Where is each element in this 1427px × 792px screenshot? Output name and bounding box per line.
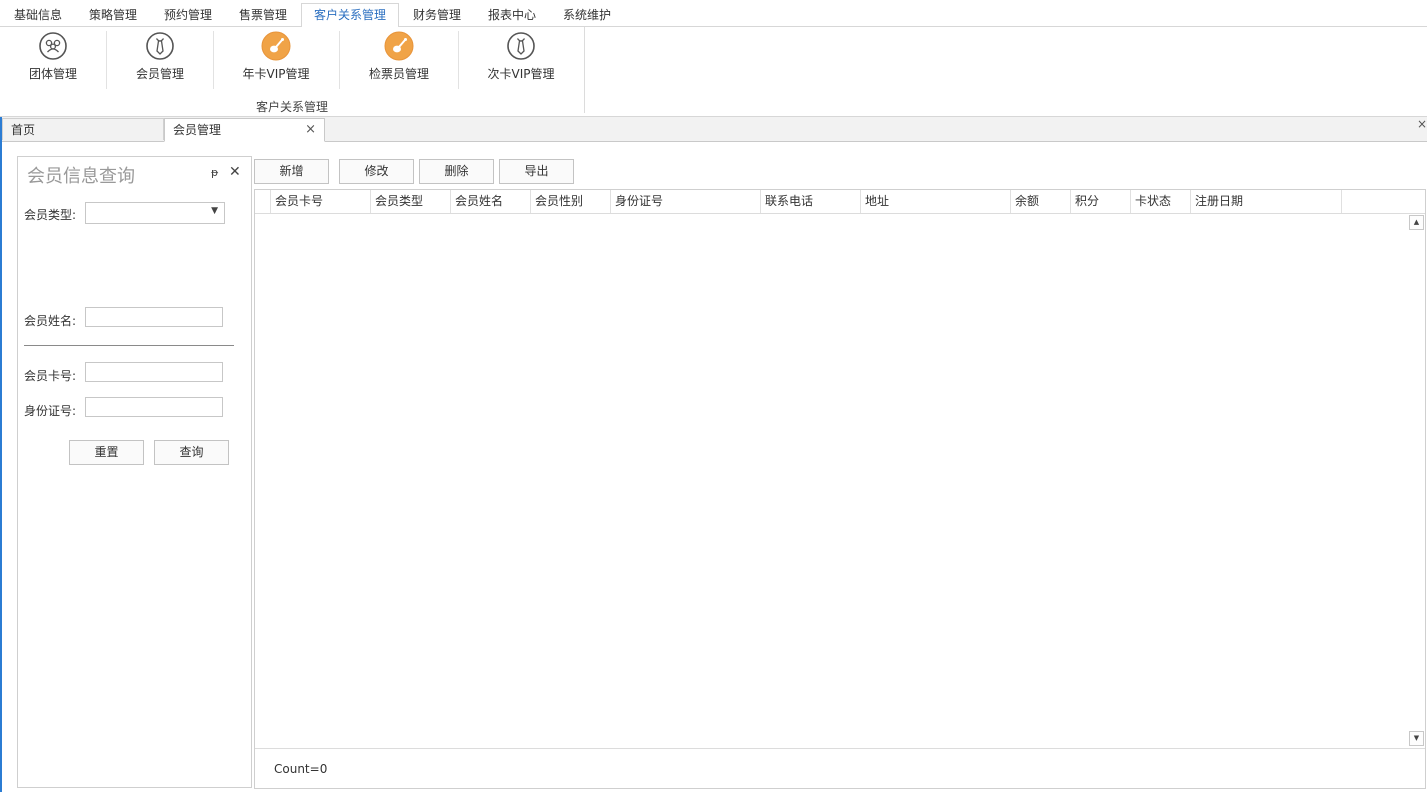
- column-header-balance[interactable]: 余额: [1011, 190, 1071, 213]
- ribbon-separator: [213, 31, 214, 89]
- add-button[interactable]: 新增: [254, 159, 329, 184]
- column-header-card-no[interactable]: 会员卡号: [271, 190, 371, 213]
- edit-button[interactable]: 修改: [339, 159, 414, 184]
- member-grid: 会员卡号 会员类型 会员姓名 会员性别 身份证号 联系电话 地址 余额 积分 卡…: [254, 189, 1426, 789]
- group-icon: [39, 32, 67, 60]
- card-no-label: 会员卡号:: [24, 369, 77, 383]
- row-count: Count=0: [274, 762, 328, 776]
- column-header-phone[interactable]: 联系电话: [761, 190, 861, 213]
- grid-footer-divider: [255, 748, 1425, 749]
- delete-button[interactable]: 删除: [419, 159, 494, 184]
- ribbon-separator: [458, 31, 459, 89]
- scroll-down-icon[interactable]: ▼: [1409, 731, 1424, 746]
- query-button[interactable]: 查询: [154, 440, 229, 465]
- menu-tab-reservation[interactable]: 预约管理: [156, 4, 220, 26]
- close-icon[interactable]: ✕: [229, 164, 241, 180]
- grid-header: 会员卡号 会员类型 会员姓名 会员性别 身份证号 联系电话 地址 余额 积分 卡…: [255, 190, 1425, 214]
- column-header-id-no[interactable]: 身份证号: [611, 190, 761, 213]
- ribbon-group-label: 客户关系管理: [256, 100, 329, 114]
- group-management-label: 团体管理: [28, 67, 77, 81]
- document-tab-strip: 首页 会员管理 × ×: [2, 117, 1427, 142]
- column-header-member-name[interactable]: 会员姓名: [451, 190, 531, 213]
- menu-tab-basic-info[interactable]: 基础信息: [6, 4, 70, 26]
- member-name-label: 会员姓名:: [24, 314, 77, 328]
- column-header-address[interactable]: 地址: [861, 190, 1011, 213]
- ribbon-separator: [106, 31, 107, 89]
- doc-tab-home[interactable]: 首页: [2, 118, 164, 140]
- query-panel: 会员信息查询 ᵽ ✕ 会员类型: ▼ 会员姓名: 会员卡号: 身份证号: 重置 …: [17, 156, 252, 788]
- id-no-label: 身份证号:: [24, 404, 77, 418]
- export-button[interactable]: 导出: [499, 159, 574, 184]
- menu-bar: 基础信息 策略管理 预约管理 售票管理 客户关系管理 财务管理 报表中心 系统维…: [0, 0, 1427, 28]
- member-management-button[interactable]: 会员管理: [125, 27, 195, 89]
- column-header-points[interactable]: 积分: [1071, 190, 1131, 213]
- dropdown-arrow-icon: ▼: [211, 206, 218, 216]
- count-card-vip-button[interactable]: 次卡VIP管理: [481, 27, 561, 89]
- menu-tab-reports[interactable]: 报表中心: [480, 4, 544, 26]
- reset-button[interactable]: 重置: [69, 440, 144, 465]
- group-management-button[interactable]: 团体管理: [18, 27, 88, 89]
- menu-tab-system[interactable]: 系统维护: [555, 4, 619, 26]
- row-selector-header: [255, 190, 271, 213]
- member-name-input[interactable]: [85, 307, 223, 327]
- ticket-checker-button[interactable]: 检票员管理: [359, 27, 439, 89]
- close-all-icon[interactable]: ×: [1417, 117, 1427, 131]
- scroll-up-icon[interactable]: ▲: [1409, 215, 1424, 230]
- menu-tab-ticket-sales[interactable]: 售票管理: [231, 4, 295, 26]
- menu-tab-strategy[interactable]: 策略管理: [81, 4, 145, 26]
- menu-tab-finance[interactable]: 财务管理: [405, 4, 469, 26]
- column-header-register-date[interactable]: 注册日期: [1191, 190, 1342, 213]
- guitar-icon: [384, 31, 414, 61]
- count-card-vip-label: 次卡VIP管理: [487, 67, 555, 81]
- close-icon[interactable]: ×: [305, 119, 316, 141]
- menu-tab-crm[interactable]: 客户关系管理: [301, 3, 399, 28]
- id-no-input[interactable]: [85, 397, 223, 417]
- column-header-gender[interactable]: 会员性别: [531, 190, 611, 213]
- tie-icon: [146, 32, 174, 60]
- doc-tab-label: 首页: [11, 123, 36, 137]
- member-type-label: 会员类型:: [24, 208, 77, 222]
- panel-title: 会员信息查询: [27, 166, 135, 187]
- tie-icon: [507, 32, 535, 60]
- annual-vip-label: 年卡VIP管理: [242, 67, 310, 81]
- column-header-card-status[interactable]: 卡状态: [1131, 190, 1191, 213]
- ticket-checker-label: 检票员管理: [368, 67, 429, 81]
- column-header-member-type[interactable]: 会员类型: [371, 190, 451, 213]
- ribbon-separator: [339, 31, 340, 89]
- member-type-select[interactable]: ▼: [85, 202, 225, 224]
- ribbon-group-separator: [584, 27, 585, 113]
- annual-vip-button[interactable]: 年卡VIP管理: [236, 27, 316, 89]
- ribbon: 团体管理 会员管理 年卡VIP管理 检票员管理 次卡VIP管理 客户关系管理: [0, 27, 1427, 117]
- pin-icon[interactable]: ᵽ: [211, 166, 218, 179]
- panel-divider: [24, 345, 234, 346]
- guitar-icon: [261, 31, 291, 61]
- doc-tab-member-management[interactable]: 会员管理 ×: [164, 118, 325, 142]
- member-management-label: 会员管理: [135, 67, 184, 81]
- doc-tab-label: 会员管理: [173, 123, 222, 137]
- card-no-input[interactable]: [85, 362, 223, 382]
